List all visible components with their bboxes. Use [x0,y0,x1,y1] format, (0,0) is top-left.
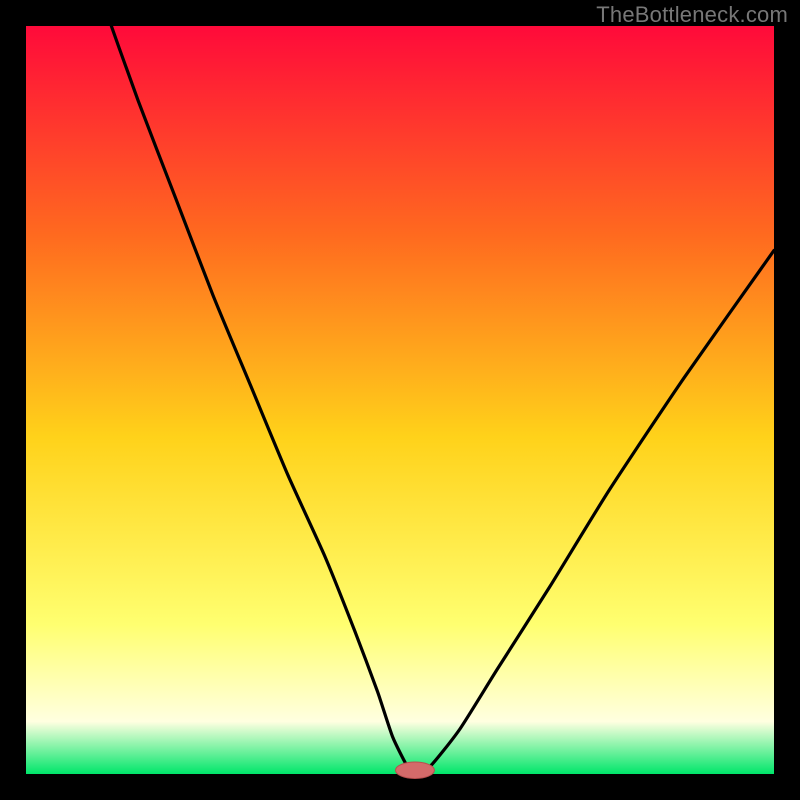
plot-background [26,26,774,774]
watermark-label: TheBottleneck.com [596,2,788,28]
chart-stage: TheBottleneck.com [0,0,800,800]
curve-minimum-marker [396,762,435,778]
bottleneck-chart [0,0,800,800]
